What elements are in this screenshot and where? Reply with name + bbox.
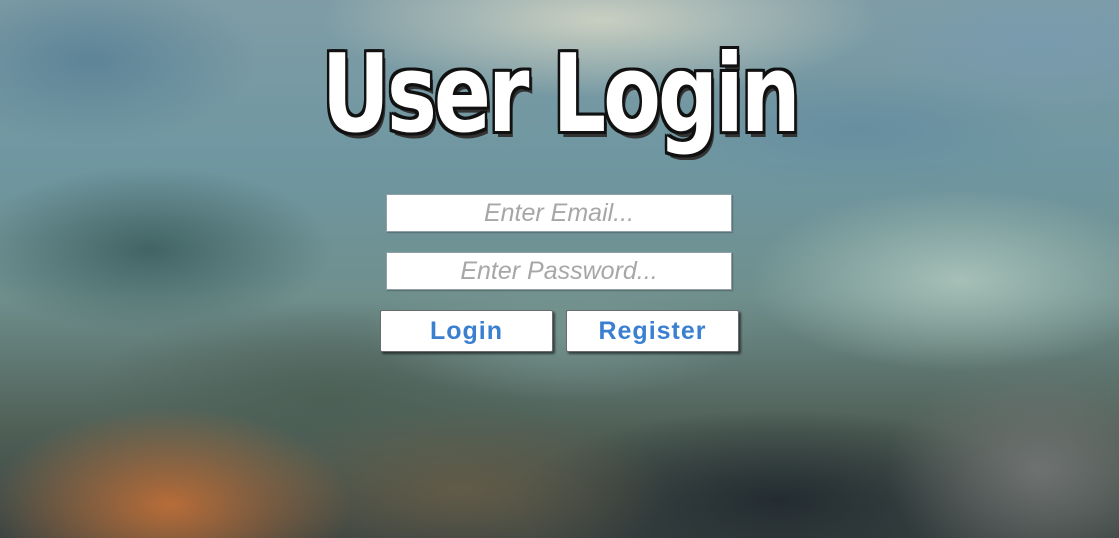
login-button[interactable]: Login [380,310,553,352]
email-field[interactable] [386,194,732,232]
page-title: User Login [321,32,801,157]
password-field[interactable] [386,252,732,290]
register-button[interactable]: Register [566,310,739,352]
